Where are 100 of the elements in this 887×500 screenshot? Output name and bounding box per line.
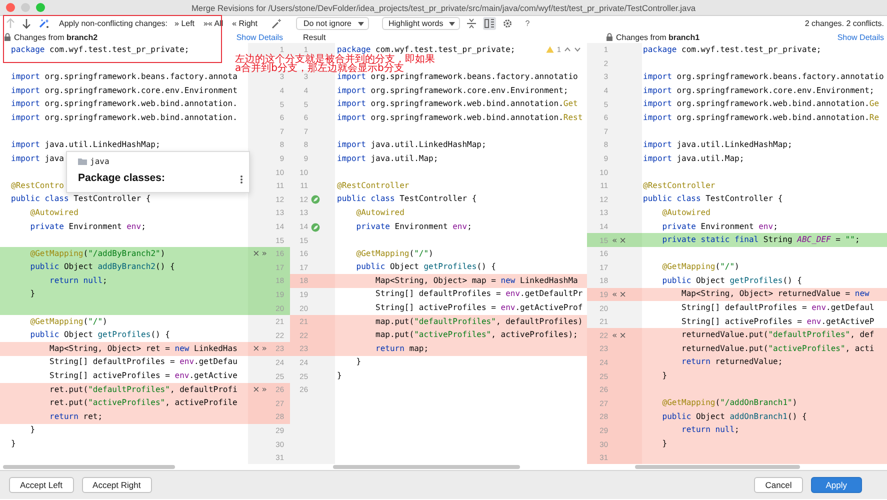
columns-button[interactable]: [483, 17, 496, 30]
code-line: @GetMapping("/"): [29, 318, 108, 326]
code-line: ret.put("activeProfiles", activeProfile: [48, 399, 238, 408]
code-line: String[] activeProfiles = env.getActiveP: [680, 318, 874, 326]
show-details-link[interactable]: Show Details: [236, 32, 283, 42]
status-text: 2 changes. 2 conflicts.: [804, 19, 884, 28]
code-line: public class TestController {: [11, 195, 151, 204]
change-action-button[interactable]: ×: [252, 344, 261, 354]
code-line: import org.springframework.web.bind.annotation.Ge: [643, 100, 880, 108]
show-details-link[interactable]: Show Details: [837, 32, 884, 42]
caret-icon: [449, 22, 456, 26]
wand-button[interactable]: [270, 17, 284, 30]
pane-title: Result: [303, 32, 326, 42]
code-line: package com.wyf.test.test_pr_private;: [643, 46, 822, 54]
close-button[interactable]: [6, 3, 15, 12]
change-action-button[interactable]: «: [611, 236, 618, 246]
code-line: public class TestController {: [643, 195, 783, 204]
code-line: import java.util.LinkedHashMap;: [11, 140, 160, 149]
sparkle-icon: [38, 18, 50, 29]
code-line: private Environment env;: [29, 222, 146, 231]
code-line: @GetMapping("/"): [661, 263, 740, 272]
code-line: String[] defaultProfiles = env.getDefaul: [680, 304, 874, 312]
code-line: package com.wyf.test.test_pr_private;: [337, 46, 516, 54]
change-action-button[interactable]: ×: [252, 249, 261, 260]
wand-icon: [271, 18, 282, 29]
change-action-button[interactable]: »: [260, 344, 268, 354]
accept-button[interactable]: Accept Left: [9, 477, 74, 494]
change-action-button[interactable]: ×: [618, 236, 628, 246]
down-arrow-icon: [22, 18, 31, 29]
scrollbar[interactable]: [635, 465, 800, 470]
sparkle-button[interactable]: [37, 17, 51, 30]
code-line: public Object getProfiles() {: [29, 331, 170, 340]
code-line: private Environment env;: [355, 222, 472, 231]
code-line: Map<String, Object> ret = new LinkedHas: [48, 344, 238, 353]
annotation-text: 左边的这个分支就是被合并到的分支，即如果: [235, 54, 435, 64]
columns-icon: [484, 18, 496, 29]
more-icon[interactable]: [240, 175, 243, 184]
code-line: import org.springframework.web.bind.annotation.: [11, 114, 238, 122]
code-line: }: [11, 440, 16, 448]
change-action-button[interactable]: «: [611, 330, 618, 341]
code-line: import org.springframework.core.env.Environment;: [337, 86, 568, 95]
dropdown[interactable]: Do not ignore: [296, 17, 368, 30]
warning-icon: [546, 46, 554, 54]
code-line: returnedValue.put("activeProfiles", acti: [680, 344, 874, 353]
code-line: @Autowired: [29, 208, 78, 217]
dropdown[interactable]: Highlight words: [382, 17, 460, 30]
change-action-button[interactable]: «: [611, 290, 618, 300]
code-line: String[] defaultProfiles = env.getDefaultPr: [374, 290, 583, 298]
code-line: Map<String, Object> returnedValue = new: [680, 290, 870, 298]
apply-changes-button[interactable]: » Left: [172, 17, 197, 30]
code-line: return null;: [48, 276, 108, 285]
pane-title: Changes from branch1: [616, 32, 700, 42]
annotation-text: a合并到b分支，那左边就会显示b分支: [235, 64, 404, 74]
code-line: return map;: [374, 344, 429, 353]
code-line: public Object addOnBranch1() {: [661, 412, 807, 421]
apply-button[interactable]: Apply: [810, 477, 862, 494]
code-line: String[] activeProfiles = env.getActiveProf: [374, 304, 583, 312]
chevron-up-icon[interactable]: [564, 47, 571, 52]
package-name: java: [90, 157, 110, 166]
code-line: import org.springframework.core.env.Environment: [11, 86, 238, 95]
window-title: Merge Revisions for /Users/stone/DevFolder/idea_projects/test_pr_private/src/main/java/com/wyf/test/test_pr_private/TestController.java: [191, 2, 696, 12]
code-line: import org.springframework.web.bind.annotation.Rest: [337, 114, 583, 122]
code-line: @Autowired: [355, 208, 404, 217]
code-line: return returnedValue;: [680, 358, 783, 366]
code-line: @GetMapping("/addOnBranch1"): [661, 399, 798, 408]
code-line: @GetMapping("/addByBranch2"): [29, 250, 166, 258]
chevron-down-icon[interactable]: [574, 47, 581, 52]
leaf-icon[interactable]: [311, 222, 320, 232]
collapse-button[interactable]: [465, 17, 478, 30]
leaf-icon[interactable]: [311, 195, 320, 204]
change-action-button[interactable]: »: [260, 385, 268, 396]
settings-icon: [502, 18, 514, 29]
code-line: @RestContro: [11, 182, 64, 190]
apply-changes-button[interactable]: « Right: [230, 17, 260, 30]
change-action-button[interactable]: ×: [618, 290, 628, 300]
settings-button[interactable]: [501, 17, 514, 30]
change-action-button[interactable]: »: [260, 249, 268, 260]
cancel-button[interactable]: Cancel: [754, 477, 803, 494]
accept-button[interactable]: Accept Right: [82, 477, 152, 494]
code-line: String[] activeProfiles = env.getActive: [48, 372, 238, 380]
code-line: private Environment env;: [661, 222, 778, 231]
code-line: import org.springframework.beans.factory.annota: [11, 72, 238, 81]
code-line: import java.util.Map;: [643, 154, 744, 163]
code-line: }: [661, 372, 668, 380]
scrollbar[interactable]: [3, 465, 175, 470]
code-line: private static final String ABC_DEF = "";: [661, 236, 860, 244]
code-line: }: [29, 290, 36, 298]
help-button[interactable]: ?: [523, 17, 532, 30]
scrollbar[interactable]: [333, 465, 520, 470]
change-action-button[interactable]: ×: [618, 330, 628, 341]
code-line: String[] defaultProfiles = env.getDefau: [48, 358, 238, 366]
pane-title: Changes from branch2: [14, 32, 98, 42]
code-line: ret.put("defaultProfiles", defaultProfi: [48, 386, 238, 394]
code-line: import org.springframework.web.bind.annotation.Get: [337, 100, 578, 108]
code-line: import org.springframework.core.env.Environment;: [643, 86, 874, 95]
collapse-icon: [466, 18, 478, 29]
code-line: @RestController: [643, 182, 716, 190]
change-action-button[interactable]: ×: [252, 385, 261, 396]
zoom-button[interactable]: [36, 3, 45, 12]
down-arrow-button[interactable]: [21, 17, 32, 30]
